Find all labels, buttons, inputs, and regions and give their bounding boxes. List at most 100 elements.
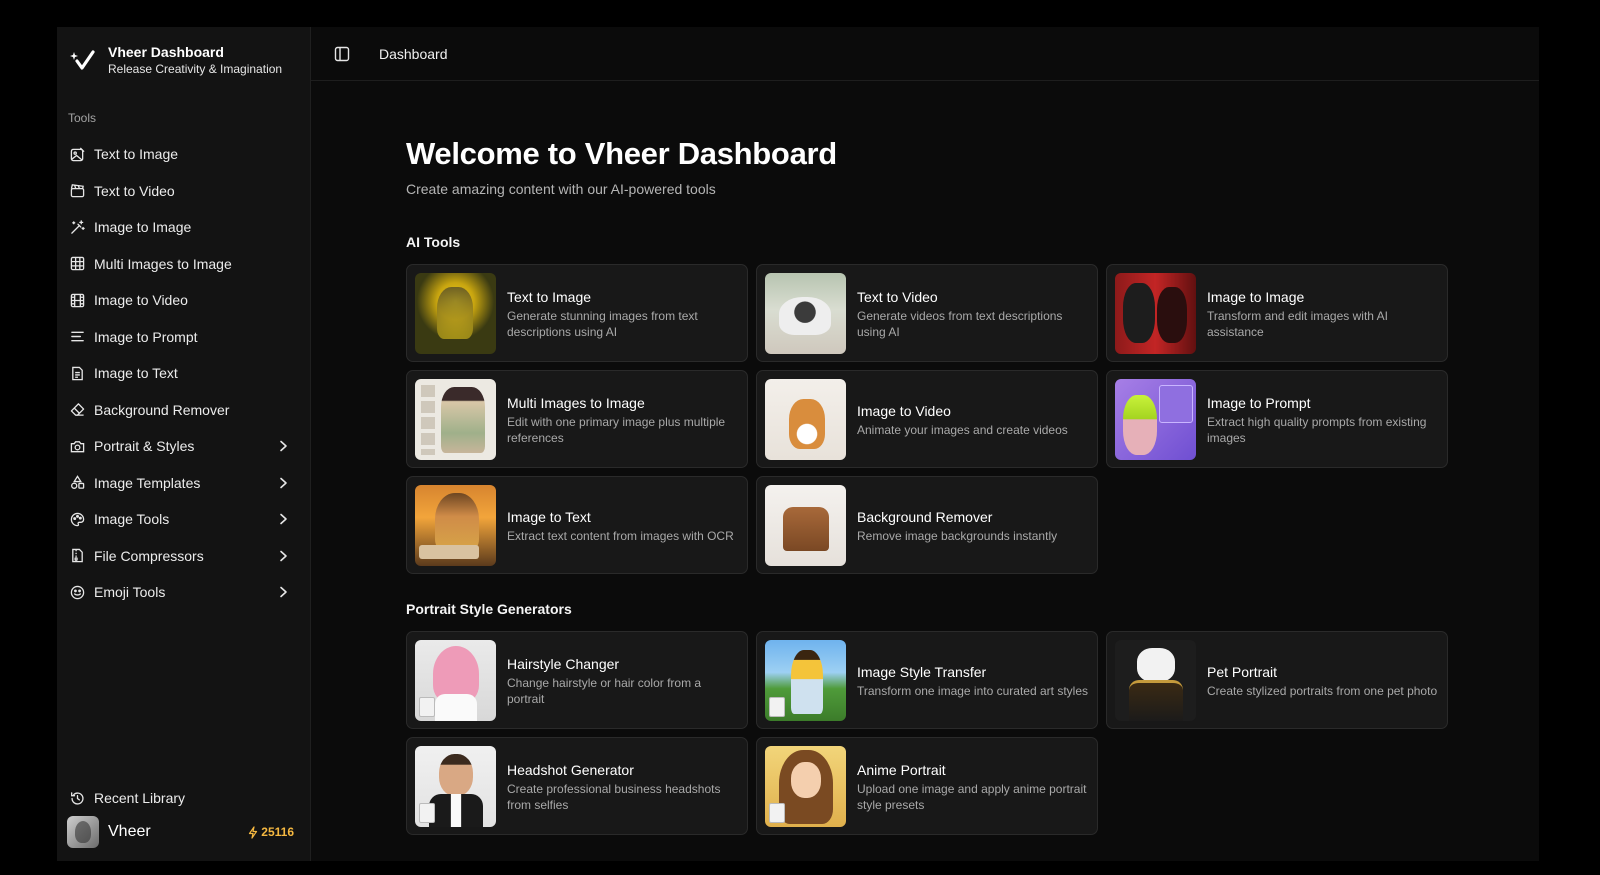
card-description: Generate stunning images from text descr… (507, 308, 739, 340)
card-title: Text to Image (507, 287, 739, 307)
card-description: Edit with one primary image plus multipl… (507, 414, 739, 446)
sidebar-item-label: File Compressors (94, 548, 276, 564)
topbar: Dashboard (311, 27, 1539, 81)
avatar (67, 816, 99, 848)
sidebar: Vheer Dashboard Release Creativity & Ima… (57, 27, 311, 861)
brand-title: Vheer Dashboard (108, 43, 282, 61)
chevron-right-icon (276, 585, 290, 599)
reference-thumbnail (419, 697, 435, 717)
thumbnail-image (765, 379, 846, 460)
card-description: Create stylized portraits from one pet p… (1207, 683, 1437, 699)
card-title: Anime Portrait (857, 760, 1089, 780)
app-window: Vheer Dashboard Release Creativity & Ima… (57, 27, 1539, 861)
tool-card-image-to-image[interactable]: Image to ImageTransform and edit images … (1106, 264, 1448, 362)
sidebar-item-multi-images-to-image[interactable]: Multi Images to Image (65, 246, 302, 283)
reference-thumbnail (419, 803, 435, 823)
sidebar-item-label: Image to Prompt (94, 329, 298, 345)
thumbnail-image (1115, 379, 1196, 460)
tool-card-image-to-video[interactable]: Image to VideoAnimate your images and cr… (756, 370, 1098, 468)
card-description: Generate videos from text descriptions u… (857, 308, 1089, 340)
card-description: Extract high quality prompts from existi… (1207, 414, 1439, 446)
card-title: Image to Text (507, 507, 734, 527)
reference-thumbnail (769, 697, 785, 717)
card-title: Background Remover (857, 507, 1057, 527)
tool-card-image-to-prompt[interactable]: Image to PromptExtract high quality prom… (1106, 370, 1448, 468)
tool-card-pet-portrait[interactable]: Pet PortraitCreate stylized portraits fr… (1106, 631, 1448, 729)
smile-icon (69, 584, 85, 600)
breadcrumb: Dashboard (379, 46, 448, 62)
grid-icon (69, 256, 85, 272)
magic-wand-icon (69, 219, 85, 235)
credits-badge: 25116 (248, 825, 294, 839)
image-edit-icon (69, 146, 85, 162)
card-title: Headshot Generator (507, 760, 739, 780)
credits-count: 25116 (261, 825, 294, 839)
card-title: Image to Image (1207, 287, 1439, 307)
card-description: Upload one image and apply anime portrai… (857, 781, 1089, 813)
tool-card-multi-images-to-image[interactable]: Multi Images to ImageEdit with one prima… (406, 370, 748, 468)
sidebar-item-image-to-prompt[interactable]: Image to Prompt (65, 319, 302, 356)
sidebar-item-emoji-tools[interactable]: Emoji Tools (65, 574, 302, 611)
brand-subtitle: Release Creativity & Imagination (108, 61, 282, 77)
tools-section-label: Tools (57, 80, 310, 136)
film-icon (69, 292, 85, 308)
chevron-right-icon (276, 439, 290, 453)
tool-card-headshot-generator[interactable]: Headshot GeneratorCreate professional bu… (406, 737, 748, 835)
recent-library-label: Recent Library (94, 790, 298, 806)
sidebar-item-background-remover[interactable]: Background Remover (65, 392, 302, 429)
card-title: Text to Video (857, 287, 1089, 307)
thumbnail-image (415, 640, 496, 721)
sidebar-item-text-to-video[interactable]: Text to Video (65, 173, 302, 210)
tool-card-text-to-image[interactable]: Text to ImageGenerate stunning images fr… (406, 264, 748, 362)
shapes-icon (69, 475, 85, 491)
card-title: Pet Portrait (1207, 662, 1437, 682)
sidebar-item-label: Background Remover (94, 402, 298, 418)
sidebar-item-image-to-text[interactable]: Image to Text (65, 355, 302, 392)
tool-card-image-to-text[interactable]: Image to TextExtract text content from i… (406, 476, 748, 574)
sidebar-item-label: Image to Image (94, 219, 298, 235)
card-description: Create professional business headshots f… (507, 781, 739, 813)
card-description: Transform and edit images with AI assist… (1207, 308, 1439, 340)
ai-tools-grid: Text to ImageGenerate stunning images fr… (406, 264, 1539, 574)
card-description: Animate your images and create videos (857, 422, 1068, 438)
thumbnail-image (1115, 273, 1196, 354)
history-icon (69, 790, 85, 806)
tool-card-anime-portrait[interactable]: Anime PortraitUpload one image and apply… (756, 737, 1098, 835)
palette-icon (69, 511, 85, 527)
thumbnail-image (765, 273, 846, 354)
sidebar-item-label: Portrait & Styles (94, 438, 276, 454)
chevron-right-icon (276, 512, 290, 526)
recent-library-link[interactable]: Recent Library (65, 780, 302, 817)
document-icon (69, 365, 85, 381)
tool-card-background-remover[interactable]: Background RemoverRemove image backgroun… (756, 476, 1098, 574)
sidebar-item-image-to-video[interactable]: Image to Video (65, 282, 302, 319)
sidebar-item-portrait-styles[interactable]: Portrait & Styles (65, 428, 302, 465)
brand-header[interactable]: Vheer Dashboard Release Creativity & Ima… (57, 27, 310, 80)
sidebar-toggle-icon[interactable] (333, 45, 351, 63)
sidebar-item-text-to-image[interactable]: Text to Image (65, 136, 302, 173)
tool-card-text-to-video[interactable]: Text to VideoGenerate videos from text d… (756, 264, 1098, 362)
reference-thumbnail (769, 803, 785, 823)
chevron-right-icon (276, 476, 290, 490)
thumbnail-image (765, 746, 846, 827)
sidebar-item-image-tools[interactable]: Image Tools (65, 501, 302, 538)
sidebar-item-label: Text to Image (94, 146, 298, 162)
thumbnail-image (415, 273, 496, 354)
vheer-logo-icon (69, 46, 97, 74)
card-description: Extract text content from images with OC… (507, 528, 734, 544)
tool-card-image-style-transfer[interactable]: Image Style TransferTransform one image … (756, 631, 1098, 729)
thumbnail-image (415, 485, 496, 566)
sidebar-item-file-compressors[interactable]: File Compressors (65, 538, 302, 575)
sidebar-item-label: Emoji Tools (94, 584, 276, 600)
sidebar-item-label: Image Tools (94, 511, 276, 527)
user-name: Vheer (108, 823, 248, 841)
card-description: Remove image backgrounds instantly (857, 528, 1057, 544)
thumbnail-image (765, 485, 846, 566)
user-account[interactable]: Vheer 25116 (67, 815, 294, 849)
card-title: Multi Images to Image (507, 393, 739, 413)
sidebar-item-label: Text to Video (94, 183, 298, 199)
tool-card-hairstyle-changer[interactable]: Hairstyle ChangerChange hairstyle or hai… (406, 631, 748, 729)
sidebar-item-image-to-image[interactable]: Image to Image (65, 209, 302, 246)
sidebar-item-image-templates[interactable]: Image Templates (65, 465, 302, 502)
clapperboard-icon (69, 183, 85, 199)
